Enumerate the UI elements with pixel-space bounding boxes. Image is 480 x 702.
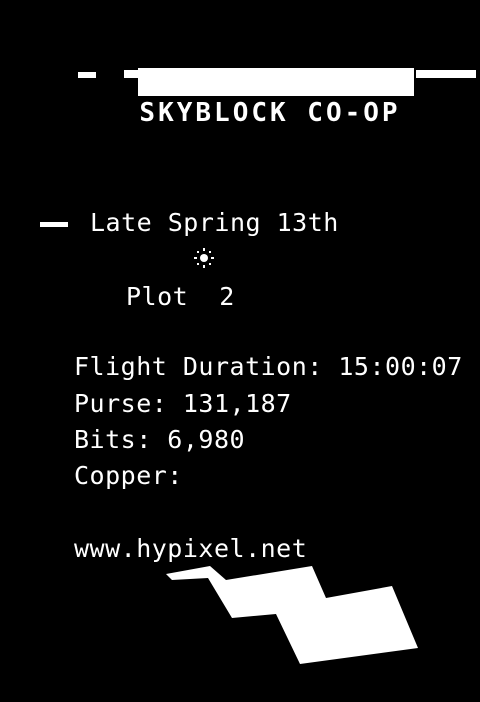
terrain-shape [166,566,418,664]
